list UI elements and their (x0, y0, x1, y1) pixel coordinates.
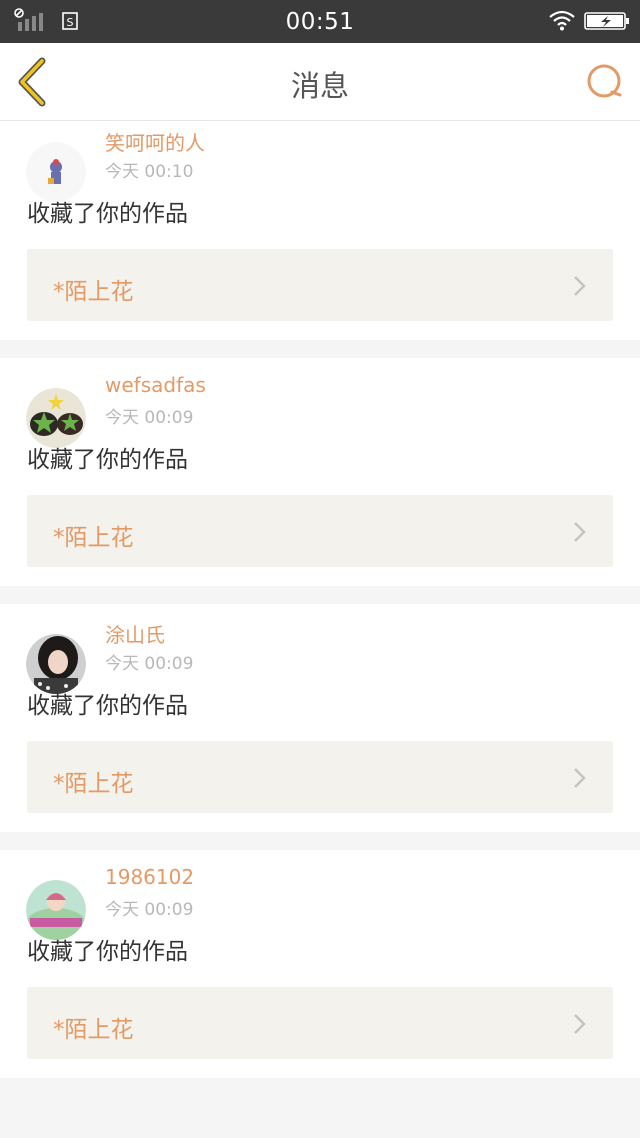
timestamp: 今天 00:09 (105, 408, 194, 428)
action-text: 收藏了你的作品 (27, 201, 188, 227)
timestamp: 今天 00:09 (105, 654, 194, 674)
status-time: 00:51 (285, 9, 355, 35)
message-card: wefsadfas 今天 00:09 收藏了你的作品 *陌上花 (0, 358, 640, 586)
action-text: 收藏了你的作品 (27, 939, 188, 965)
chevron-right-icon (574, 1014, 586, 1034)
username[interactable]: 笑呵呵的人 (105, 127, 205, 156)
chevron-right-icon (574, 522, 586, 542)
avatar[interactable] (26, 880, 86, 940)
action-text: 收藏了你的作品 (27, 693, 188, 719)
work-title: *陌上花 (53, 279, 134, 305)
action-text: 收藏了你的作品 (27, 447, 188, 473)
work-link[interactable]: *陌上花 (27, 495, 613, 567)
work-title: *陌上花 (53, 1017, 134, 1043)
message-card: 涂山氏 今天 00:09 收藏了你的作品 *陌上花 (0, 604, 640, 832)
wifi-icon (549, 10, 575, 31)
search-icon[interactable] (584, 61, 626, 103)
work-link[interactable]: *陌上花 (27, 741, 613, 813)
message-list: 笑呵呵的人 今天 00:10 收藏了你的作品 *陌上花 wefsadfas 今天… (0, 121, 640, 1138)
work-title: *陌上花 (53, 525, 134, 551)
avatar[interactable] (26, 388, 86, 448)
avatar[interactable] (26, 634, 86, 694)
timestamp: 今天 00:10 (105, 162, 194, 182)
page-title: 消息 (290, 69, 349, 103)
status-bar: S 00:51 (0, 0, 640, 43)
timestamp: 今天 00:09 (105, 900, 194, 920)
username[interactable]: 涂山氏 (105, 619, 165, 648)
avatar[interactable] (26, 142, 86, 202)
nav-bar: 消息 (0, 43, 640, 121)
battery-icon (584, 12, 629, 30)
work-link[interactable]: *陌上花 (27, 249, 613, 321)
username[interactable]: 1986102 (105, 865, 194, 889)
chevron-right-icon (574, 276, 586, 296)
username[interactable]: wefsadfas (105, 373, 206, 397)
work-title: *陌上花 (53, 771, 134, 797)
message-card: 笑呵呵的人 今天 00:10 收藏了你的作品 *陌上花 (0, 121, 640, 340)
message-card: 1986102 今天 00:09 收藏了你的作品 *陌上花 (0, 850, 640, 1078)
chevron-right-icon (574, 768, 586, 788)
work-link[interactable]: *陌上花 (27, 987, 613, 1059)
